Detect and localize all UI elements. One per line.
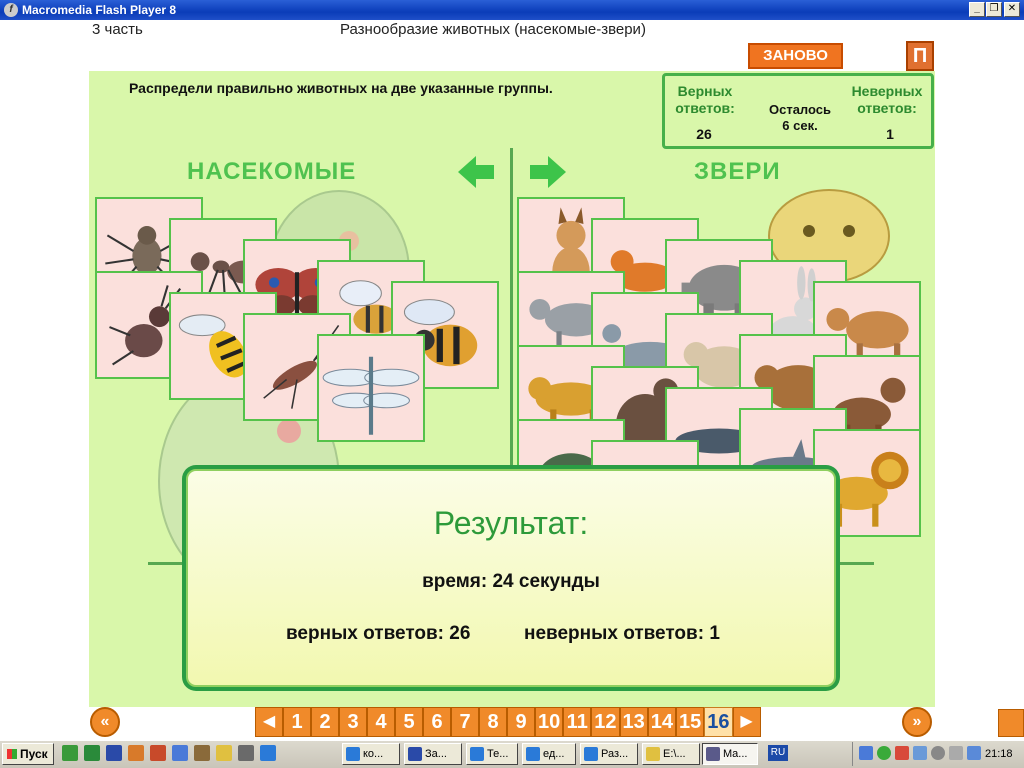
- display-icon[interactable]: [913, 746, 927, 760]
- task-label: За...: [425, 748, 447, 760]
- nav-page-14[interactable]: 14: [647, 707, 676, 737]
- part-label: 3 часть: [92, 21, 143, 38]
- close-button[interactable]: ✕: [1004, 2, 1020, 17]
- nav-page-10[interactable]: 10: [535, 707, 564, 737]
- quicklaunch-icon-9[interactable]: [238, 745, 254, 761]
- quicklaunch-icon-7[interactable]: [194, 745, 210, 761]
- result-wrong-count: неверных ответов: 1: [524, 623, 720, 644]
- quicklaunch-icon-6[interactable]: [172, 745, 188, 761]
- task-label: Те...: [487, 748, 509, 760]
- antivirus-icon[interactable]: [895, 746, 909, 760]
- task-app-icon: [470, 747, 484, 761]
- quicklaunch-icon-1[interactable]: [62, 745, 78, 761]
- result-title: Результат:: [433, 505, 589, 541]
- window-title-bar: f Macromedia Flash Player 8: [0, 0, 1024, 20]
- nav-next-arrow[interactable]: ▶: [732, 707, 761, 737]
- dragonfly-icon: [322, 356, 420, 435]
- prev-section-button[interactable]: «: [90, 707, 120, 737]
- taskbar-task-3[interactable]: Те...: [466, 743, 518, 765]
- p-button[interactable]: П: [906, 41, 934, 71]
- nav-page-2[interactable]: 2: [311, 707, 339, 737]
- quicklaunch-icon-4[interactable]: [128, 745, 144, 761]
- folder-icon[interactable]: [216, 745, 232, 761]
- nav-page-1[interactable]: 1: [283, 707, 311, 737]
- task-app-icon: [526, 747, 540, 761]
- taskbar-task-7[interactable]: Ma...: [702, 743, 758, 765]
- task-app-icon: [408, 747, 422, 761]
- result-correct-count: верных ответов: 26: [286, 623, 471, 644]
- task-app-icon: [706, 747, 720, 761]
- result-dialog: Результат: время: 24 секунды верных отве…: [182, 465, 840, 691]
- network-icon[interactable]: [859, 746, 873, 760]
- task-label: Ma...: [723, 748, 748, 760]
- nav-page-12[interactable]: 12: [591, 707, 620, 737]
- window-title: Macromedia Flash Player 8: [22, 3, 177, 17]
- start-button[interactable]: Пуск: [2, 743, 54, 765]
- taskbar-task-1[interactable]: ко...: [342, 743, 400, 765]
- nav-page-16[interactable]: 16: [704, 707, 733, 737]
- score-box: Верных ответов: 26 Осталось 6 сек. Невер…: [662, 73, 934, 149]
- nav-page-5[interactable]: 5: [395, 707, 423, 737]
- arrow-right-icon: [530, 156, 566, 188]
- nav-page-9[interactable]: 9: [507, 707, 535, 737]
- insects-group-title: НАСЕКОМЫЕ: [187, 158, 357, 185]
- nav-page-3[interactable]: 3: [339, 707, 367, 737]
- restore-button[interactable]: ❐: [986, 2, 1002, 17]
- taskbar-task-6[interactable]: E:\...: [642, 743, 700, 765]
- taskbar-task-2[interactable]: За...: [404, 743, 462, 765]
- task-app-icon: [346, 747, 360, 761]
- wrong-count: 1: [886, 126, 894, 142]
- lesson-title: Разнообразие животных (насекомые-звери): [340, 21, 646, 38]
- nav-page-15[interactable]: 15: [676, 707, 705, 737]
- task-app-icon: [646, 747, 660, 761]
- next-section-button[interactable]: »: [902, 707, 932, 737]
- task-app-icon: [584, 747, 598, 761]
- taskbar-task-4[interactable]: ед...: [522, 743, 576, 765]
- excel-icon[interactable]: [84, 745, 100, 761]
- task-label: E:\...: [663, 748, 686, 760]
- word-icon[interactable]: [106, 745, 122, 761]
- nav-page-7[interactable]: 7: [451, 707, 479, 737]
- nav-page-13[interactable]: 13: [619, 707, 648, 737]
- instruction-text: Распредели правильно животных на две ука…: [129, 80, 553, 96]
- nav-page-8[interactable]: 8: [479, 707, 507, 737]
- beasts-group-title: ЗВЕРИ: [694, 158, 781, 185]
- quicklaunch-icon-5[interactable]: [150, 745, 166, 761]
- nav-prev-arrow[interactable]: ◀: [255, 707, 283, 737]
- task-label: ед...: [543, 748, 565, 760]
- tray-icon-7[interactable]: [967, 746, 981, 760]
- taskbar-task-5[interactable]: Раз...: [580, 743, 638, 765]
- windows-logo-icon: [7, 749, 17, 759]
- corner-button[interactable]: [998, 709, 1024, 737]
- language-indicator[interactable]: RU: [768, 745, 788, 761]
- flash-player-icon: f: [4, 3, 18, 17]
- restart-button[interactable]: ЗАНОВО: [748, 43, 843, 69]
- task-label: Раз...: [601, 748, 629, 760]
- shield-icon[interactable]: [877, 746, 891, 760]
- nav-page-4[interactable]: 4: [367, 707, 395, 737]
- task-label: ко...: [363, 748, 384, 760]
- ie-icon[interactable]: [260, 745, 276, 761]
- correct-label: Верных ответов:: [675, 83, 735, 116]
- speaker-icon[interactable]: [949, 746, 963, 760]
- correct-count: 26: [696, 126, 712, 142]
- result-time: время: 24 секунды: [422, 571, 600, 592]
- nav-page-6[interactable]: 6: [423, 707, 451, 737]
- card-dragonfly[interactable]: [317, 334, 425, 442]
- time-remaining: Осталось 6 сек.: [768, 102, 832, 133]
- arrow-left-icon: [458, 156, 494, 188]
- page-navigation: ◀ 1 2 3 4 5 6 7 8 9 10 11 12 13 14 15 16 ▶: [255, 707, 761, 737]
- wrong-label: Неверных ответов:: [851, 83, 923, 116]
- clock: 21:18: [985, 748, 1013, 760]
- nav-page-11[interactable]: 11: [563, 707, 592, 737]
- result-dialog-body: Результат: время: 24 секунды верных отве…: [186, 469, 836, 687]
- clock-tray-icon[interactable]: [931, 746, 945, 760]
- minimize-button[interactable]: _: [969, 2, 985, 17]
